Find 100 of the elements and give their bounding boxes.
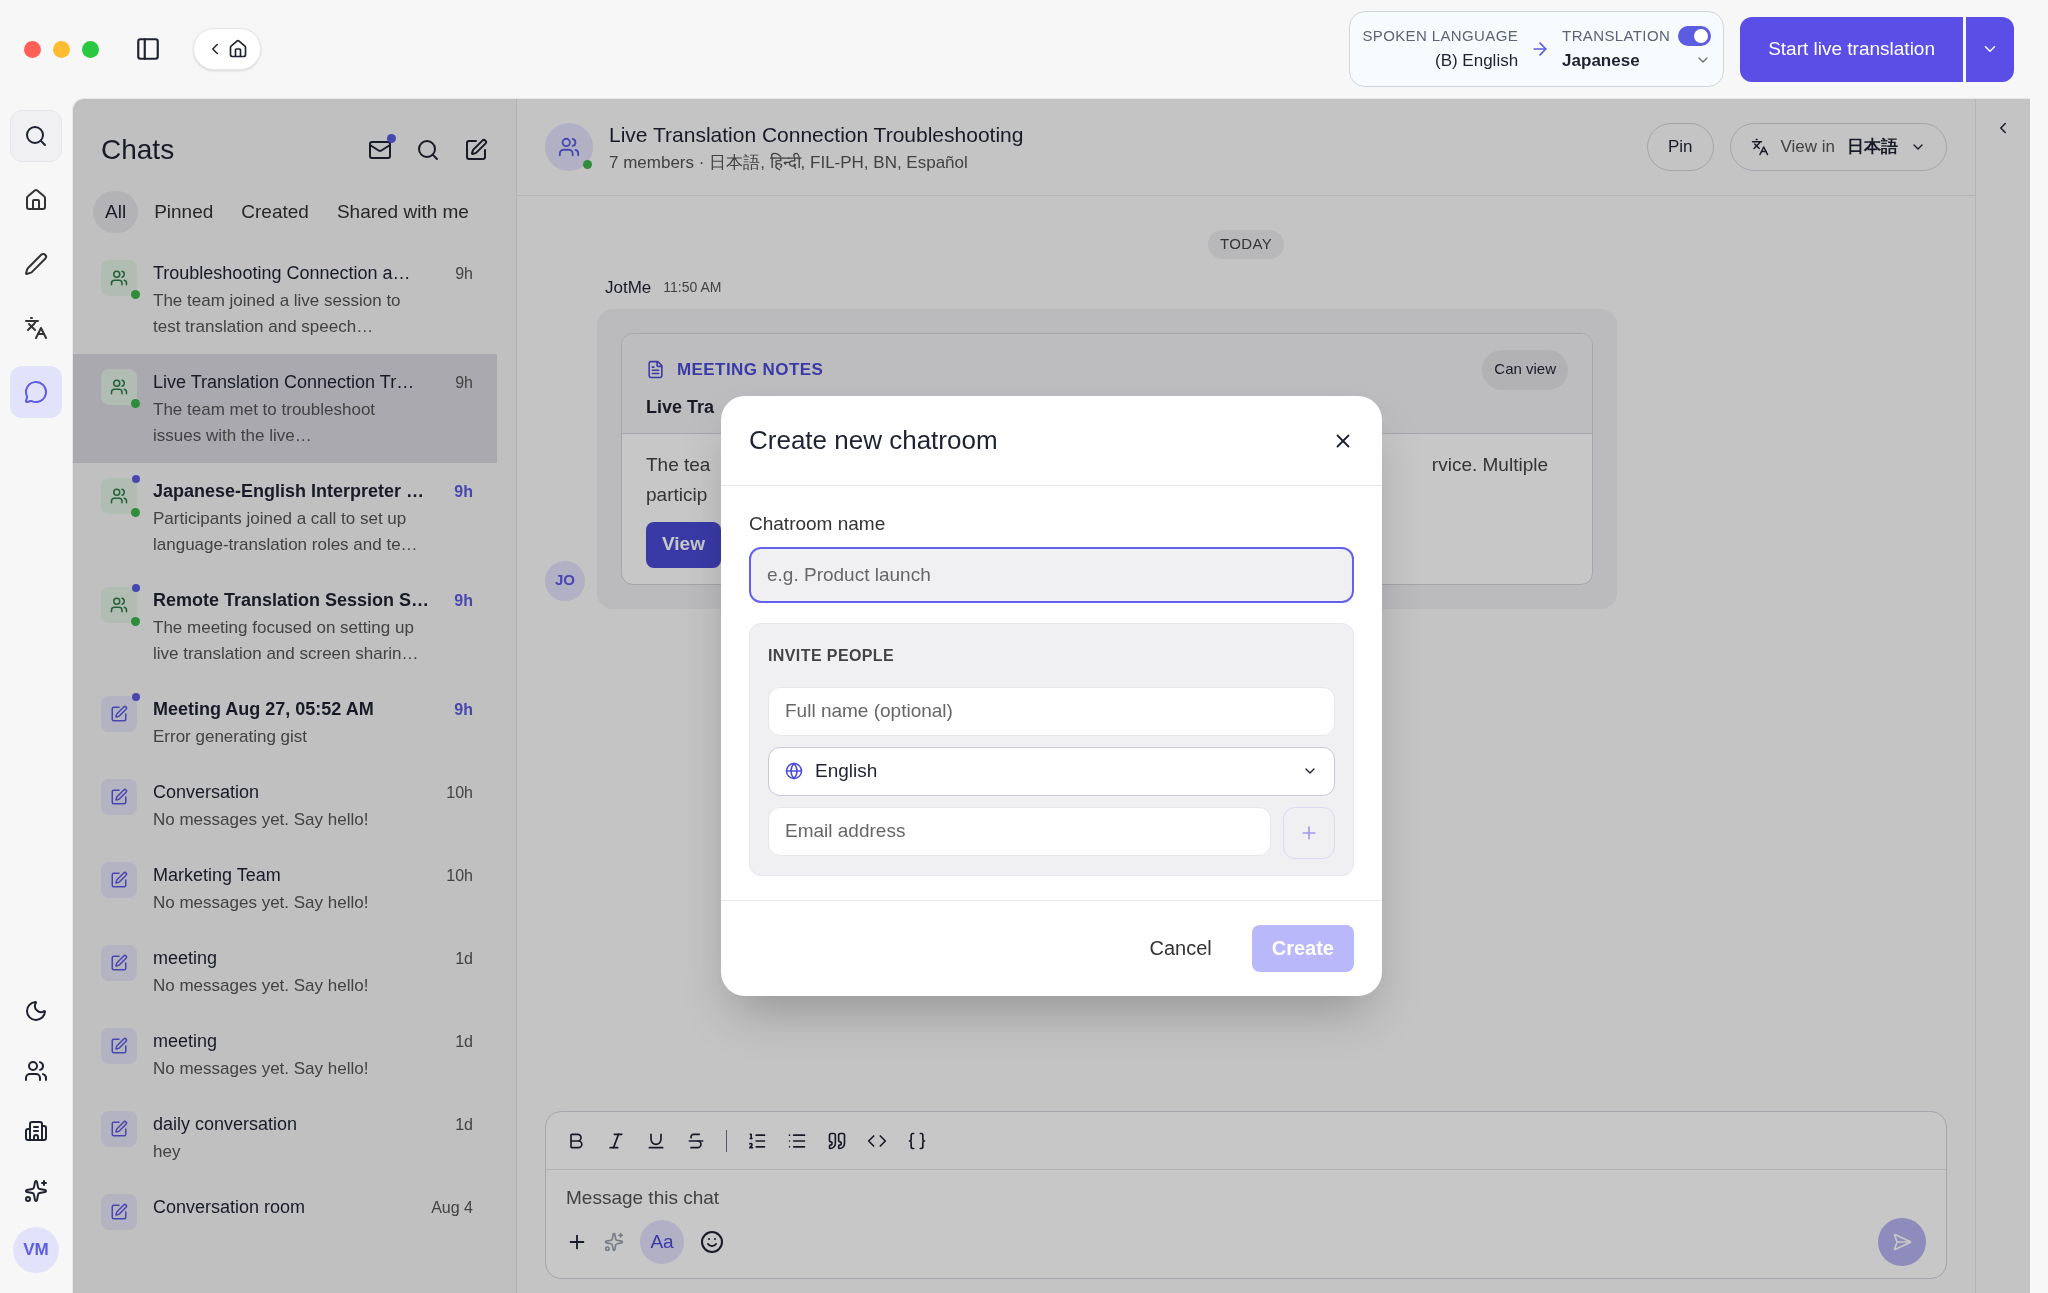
note-icon — [110, 705, 128, 723]
braces-icon[interactable] — [907, 1130, 927, 1151]
section-heading: INVITE PEOPLE — [768, 645, 896, 666]
sender-name: JotMe — [605, 277, 652, 299]
chats-title: Chats — [101, 133, 176, 167]
chat-title: daily conversation — [153, 1113, 299, 1136]
cancel-button[interactable]: Cancel — [1133, 925, 1228, 972]
format-button[interactable]: Aa — [640, 1220, 684, 1264]
chat-preview: The team joined a live session to — [153, 290, 402, 312]
start-options-button[interactable] — [1966, 16, 2014, 82]
building-icon[interactable] — [24, 1119, 48, 1143]
chat-title: Live Translation Connection Tr… — [153, 371, 416, 394]
translate-icon — [1750, 138, 1769, 156]
new-chat-icon[interactable] — [464, 138, 488, 162]
send-icon — [1892, 1232, 1912, 1252]
chat-title: Conversation room — [153, 1196, 307, 1219]
chat-preview: No messages yet. Say hello! — [153, 975, 370, 997]
full-name-field[interactable]: Full name (optional) — [768, 686, 1335, 736]
chat-time: 1d — [455, 1031, 473, 1052]
chat-title: Japanese-English Interpreter … — [153, 480, 426, 503]
chat-title: meeting — [153, 1030, 219, 1053]
chat-preview: No messages yet. Say hello! — [153, 892, 370, 914]
dialog-title: Create new chatroom — [749, 424, 999, 458]
people-icon[interactable] — [24, 1059, 48, 1083]
filter-tab[interactable]: Pinned — [142, 191, 226, 233]
note-icon — [110, 788, 128, 806]
spoken-language-value: (B) English — [1434, 49, 1519, 72]
chat-preview: The meeting focused on setting up — [153, 617, 415, 639]
translation-toggle[interactable] — [1678, 26, 1712, 47]
language-selector[interactable]: SPOKEN LANGUAGE (B) English TRANSLATION Japanese — [1349, 11, 1725, 87]
chat-preview: test translation and speech… — [153, 316, 375, 338]
note-icon — [110, 1037, 128, 1055]
message-field[interactable]: Message this chat — [566, 1178, 1926, 1218]
group-icon — [110, 487, 128, 505]
chat-time: 1d — [455, 1114, 473, 1135]
permission-badge: Can view — [1482, 349, 1568, 390]
chat-preview: live translation and screen sharin… — [153, 643, 420, 665]
filter-tab[interactable]: Created — [229, 191, 321, 233]
note-icon — [110, 871, 128, 889]
sparkles-icon[interactable] — [24, 1179, 48, 1203]
home-icon — [24, 188, 48, 212]
sidebar-toggle-icon[interactable] — [135, 36, 161, 62]
search-icon — [24, 124, 48, 148]
close-window-icon[interactable] — [24, 40, 41, 58]
chat-preview: language-translation roles and te… — [153, 534, 419, 556]
chat-time: 1d — [455, 948, 473, 969]
chat-title: Meeting Aug 27, 05:52 AM — [153, 698, 375, 721]
chat-title: Troubleshooting Connection a… — [153, 262, 412, 285]
chat-preview: No messages yet. Say hello! — [153, 1058, 370, 1080]
translation-label: TRANSLATION — [1562, 26, 1671, 46]
search-icon[interactable] — [416, 138, 440, 162]
emoji-icon[interactable] — [700, 1230, 724, 1254]
chatroom-name-field[interactable]: e.g. Product launch — [749, 546, 1354, 603]
spoken-language-label: SPOKEN LANGUAGE — [1362, 26, 1519, 46]
chat-time: 9h — [454, 590, 473, 611]
chat-time: 9h — [454, 481, 473, 502]
filter-tab[interactable]: All — [93, 191, 139, 233]
pen-icon — [24, 252, 48, 276]
quote-icon[interactable] — [827, 1130, 847, 1151]
note-icon — [110, 1203, 128, 1221]
mail-icon — [368, 138, 392, 162]
filter-tab[interactable]: Shared with me — [324, 191, 481, 233]
language-dropdown[interactable]: English — [768, 746, 1335, 796]
card-label: MEETING NOTES — [677, 358, 825, 381]
translation-value: Japanese — [1562, 49, 1640, 72]
note-icon — [110, 954, 128, 972]
card-text: The tea — [646, 452, 712, 477]
chat-time: 10h — [446, 782, 473, 803]
field-label: Chatroom name — [749, 512, 887, 537]
group-icon — [110, 269, 128, 287]
chat-title: meeting — [153, 947, 219, 970]
document-icon — [646, 360, 665, 379]
home-icon[interactable] — [228, 39, 248, 59]
email-field[interactable]: Email address — [768, 806, 1271, 856]
chat-title: Marketing Team — [153, 864, 282, 887]
chat-time: 9h — [455, 263, 473, 284]
card-text: rvice. Multiple — [1431, 452, 1548, 477]
start-live-translation-button[interactable]: Start live translation — [1740, 16, 1963, 82]
chat-preview: issues with the live… — [153, 425, 313, 447]
group-icon — [558, 136, 580, 158]
globe-icon — [785, 762, 803, 781]
chat-time: 9h — [454, 699, 473, 720]
conversation-subtitle: 7 members · 日本語, हिन्दी, FIL-PH, BN, Español — [609, 151, 969, 174]
chat-bubble-icon — [24, 380, 48, 404]
note-icon — [110, 1120, 128, 1138]
moon-icon[interactable] — [24, 999, 48, 1023]
chat-title: Conversation — [153, 781, 261, 804]
chat-preview: Error generating gist — [153, 726, 309, 748]
chat-time: Aug 4 — [431, 1197, 473, 1218]
search-button[interactable] — [10, 110, 62, 162]
chat-list-item[interactable]: Live Translation Connection Tr… 9h The team met to troubleshoot issues with the live… — [73, 354, 497, 463]
chat-preview: The team met to troubleshoot — [153, 399, 377, 421]
create-button: Create — [1251, 924, 1354, 972]
italic-icon[interactable] — [606, 1130, 626, 1151]
view-notes-button[interactable]: View — [646, 521, 721, 568]
chat-preview: hey — [153, 1141, 182, 1163]
chat-time: 10h — [446, 865, 473, 886]
sender-avatar: JO — [545, 560, 585, 601]
chat-preview: Participants joined a call to set up — [153, 508, 408, 530]
user-avatar[interactable]: VM — [13, 1227, 59, 1273]
